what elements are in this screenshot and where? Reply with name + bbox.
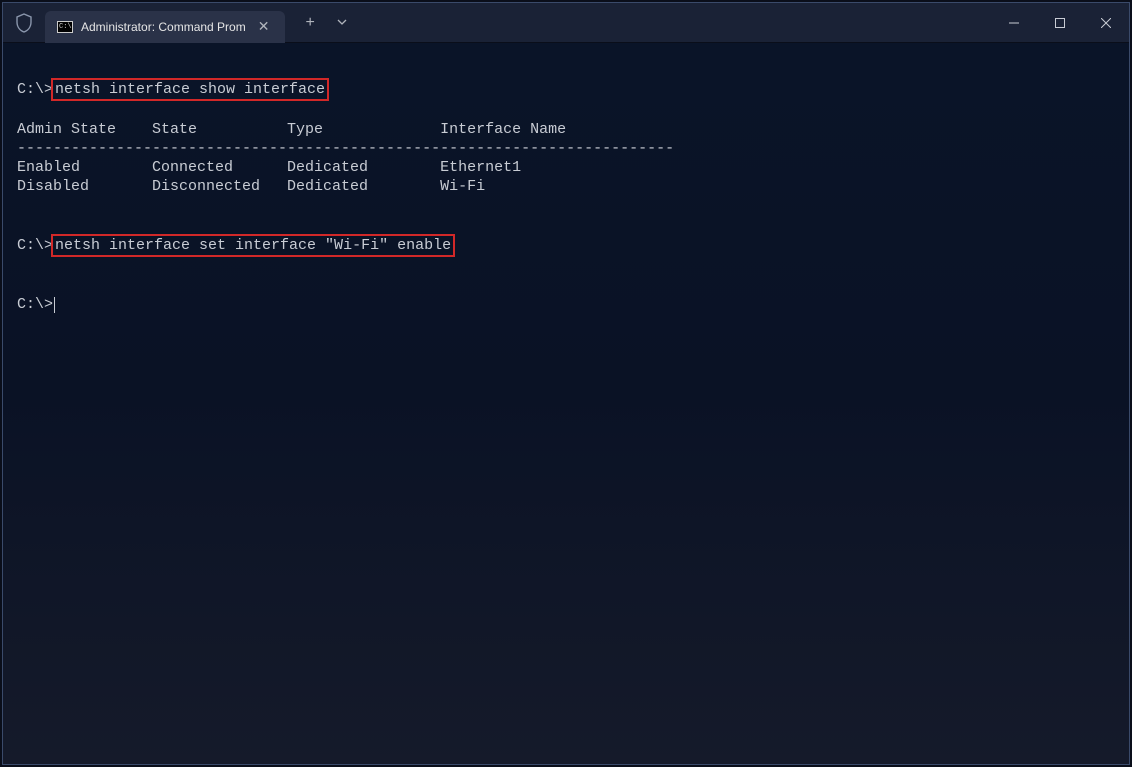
command-1-text: netsh interface show interface <box>55 81 325 98</box>
cmd-icon: C:\ <box>57 21 73 33</box>
cursor-icon <box>54 297 55 313</box>
new-tab-button[interactable]: + <box>299 10 320 36</box>
minimize-button[interactable] <box>991 3 1037 42</box>
table-divider: ----------------------------------------… <box>17 139 1115 158</box>
titlebar[interactable]: C:\ Administrator: Command Prom ✕ + <box>3 3 1129 43</box>
command-2-text: netsh interface set interface "Wi-Fi" en… <box>55 237 451 254</box>
table-header: Admin State State Type Interface Name <box>17 120 1115 139</box>
current-prompt-line: C:\> <box>17 295 1115 314</box>
prompt: C:\> <box>17 296 53 313</box>
active-tab[interactable]: C:\ Administrator: Command Prom ✕ <box>45 11 285 43</box>
table-row: Enabled Connected Dedicated Ethernet1 <box>17 158 1115 177</box>
command-line-1: C:\>netsh interface show interface <box>17 78 1115 101</box>
command-line-2: C:\>netsh interface set interface "Wi-Fi… <box>17 234 1115 257</box>
close-window-button[interactable] <box>1083 3 1129 42</box>
table-row: Disabled Disconnected Dedicated Wi-Fi <box>17 177 1115 196</box>
tab-dropdown-button[interactable] <box>333 13 351 33</box>
terminal-window: C:\ Administrator: Command Prom ✕ + C:\>… <box>2 2 1130 765</box>
window-controls <box>991 3 1129 42</box>
prompt: C:\> <box>17 237 53 254</box>
highlight-box-2: netsh interface set interface "Wi-Fi" en… <box>51 234 455 257</box>
close-tab-button[interactable]: ✕ <box>254 18 274 35</box>
tab-title: Administrator: Command Prom <box>81 20 246 34</box>
highlight-box-1: netsh interface show interface <box>51 78 329 101</box>
terminal-output[interactable]: C:\>netsh interface show interface Admin… <box>3 43 1129 764</box>
prompt: C:\> <box>17 81 53 98</box>
maximize-button[interactable] <box>1037 3 1083 42</box>
admin-shield-icon <box>15 13 33 33</box>
